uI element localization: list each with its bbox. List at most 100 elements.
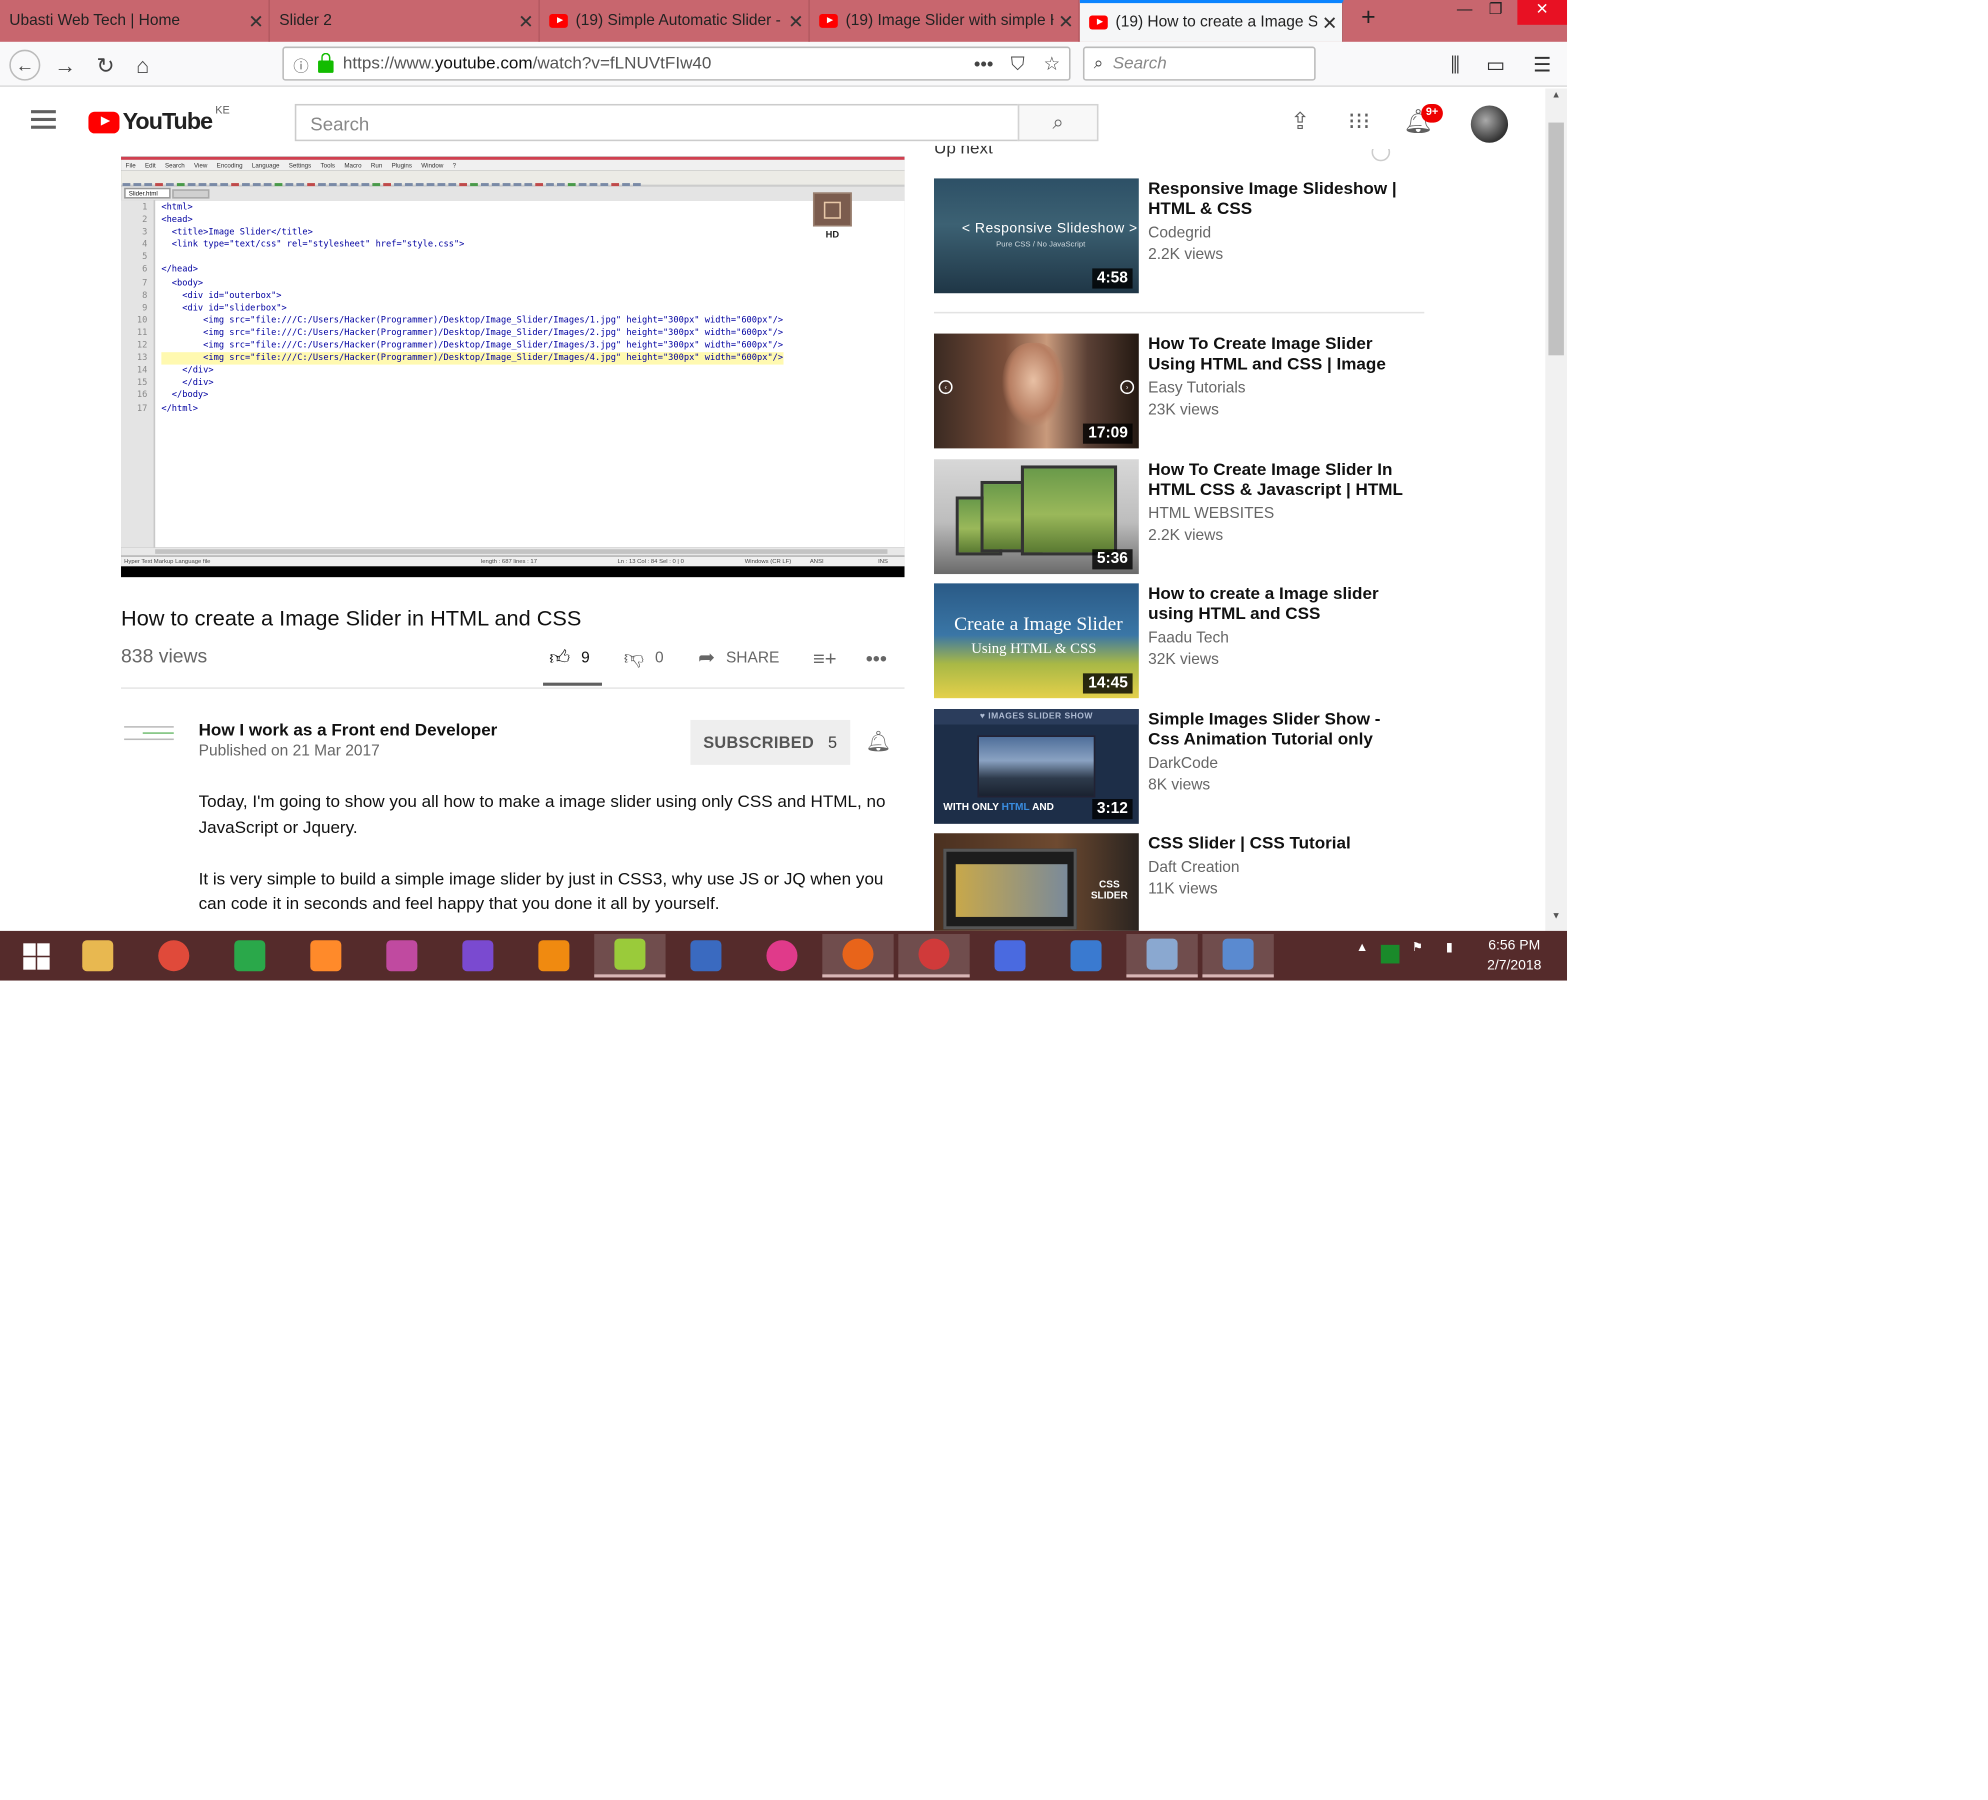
taskbar-word-button[interactable] <box>1050 934 1121 977</box>
autoplay-toggle[interactable] <box>1371 148 1409 162</box>
channel-name[interactable]: How I work as a Front end Developer <box>199 721 498 740</box>
code-line: <head> <box>161 215 193 226</box>
taskbar-notepad-plus-button[interactable] <box>594 934 666 978</box>
more-actions-button[interactable]: ••• <box>866 642 898 673</box>
tab-youtube-active[interactable]: (19) How to create a Image Slid ✕ <box>1079 0 1344 42</box>
close-tab-icon[interactable]: ✕ <box>784 10 809 32</box>
video-player[interactable]: File Edit Search View Encoding Language Settin… <box>121 156 905 578</box>
tray-app-icon[interactable] <box>1380 944 1400 964</box>
editor-menu-item: Language <box>251 161 280 170</box>
video-title[interactable]: How To Create Image Slider In HTML CSS &… <box>1148 461 1404 500</box>
video-thumbnail[interactable]: CSS SLIDER <box>934 833 1139 931</box>
taskbar-chrome-button[interactable] <box>138 934 209 977</box>
new-tab-button[interactable]: + <box>1353 5 1384 33</box>
taskbar-file-explorer-button[interactable] <box>62 934 133 977</box>
subscribe-button[interactable]: SUBSCRIBED 5 <box>690 719 851 765</box>
editor-menu-item: Run <box>370 161 383 170</box>
scrollbar-thumb[interactable] <box>1548 122 1564 356</box>
recommended-video[interactable]: < Responsive Slideshow > Pure CSS / No J… <box>934 178 1430 294</box>
tab-youtube-simple-slider[interactable]: (19) Simple Automatic Slider - ✕ <box>540 0 810 42</box>
avatar[interactable] <box>1470 105 1509 143</box>
clock-date: 2/7/2018 <box>1487 957 1542 973</box>
site-info-icon[interactable]: ⓘ <box>293 52 315 75</box>
dislike-button[interactable]: 👎︎ 0 <box>624 642 664 673</box>
taskbar-settings-button[interactable] <box>442 934 513 977</box>
video-title[interactable]: How to create a Image slider using HTML … <box>1148 585 1404 624</box>
like-button[interactable]: 👍︎ 9 <box>549 642 590 673</box>
paint-icon <box>1146 938 1178 970</box>
home-icon[interactable]: ⌂ <box>127 50 158 81</box>
youtube-search-input[interactable]: Search <box>294 103 1020 142</box>
back-arrow-icon[interactable]: ← <box>9 49 41 81</box>
video-thumbnail[interactable]: < Responsive Slideshow > Pure CSS / No J… <box>934 178 1139 294</box>
add-to-playlist-button[interactable]: ≡+ <box>813 642 847 673</box>
lock-icon <box>318 51 334 73</box>
tab-slider-2[interactable]: Slider 2 ✕ <box>270 0 540 42</box>
taskbar-camera-button[interactable] <box>366 934 437 977</box>
reload-icon[interactable]: ↻ <box>90 50 121 81</box>
menu-icon[interactable]: ☰ <box>1527 50 1558 81</box>
taskbar-control-panel-button[interactable] <box>1202 934 1274 978</box>
close-tab-icon[interactable]: ✕ <box>1053 10 1078 32</box>
forward-arrow-icon[interactable]: → <box>50 50 81 81</box>
recommended-video[interactable]: Create a Image Slider Using HTML & CSS 1… <box>934 583 1430 699</box>
recommended-video[interactable]: ♥ IMAGES SLIDER SHOW WITH ONLY HTML AND … <box>934 709 1430 824</box>
youtube-logo[interactable]: YouTube KE <box>88 106 230 135</box>
url-bar[interactable]: ⓘ https://www.youtube.com/watch?v=fLNUVt… <box>282 46 1071 81</box>
sidebar-icon[interactable]: ▭ <box>1480 50 1511 81</box>
page-scrollbar[interactable]: ▲ ▼ <box>1545 88 1568 931</box>
tab-ubasti[interactable]: Ubasti Web Tech | Home ✕ <box>0 0 270 42</box>
close-window-icon[interactable]: ✕ <box>1517 0 1568 25</box>
dev-cpp-icon <box>690 940 722 972</box>
taskbar-app-pink-button[interactable] <box>746 934 817 977</box>
taskbar-paint-button[interactable] <box>1126 934 1198 978</box>
video-thumbnail[interactable]: 5:36 <box>934 459 1139 575</box>
video-thumbnail[interactable]: ‹ › 17:09 <box>934 333 1139 449</box>
system-clock[interactable]: 6:56 PM 2/7/2018 <box>1468 936 1561 976</box>
channel-avatar[interactable] <box>124 721 174 758</box>
battery-icon[interactable]: ▮ <box>1446 940 1453 954</box>
tray-chevron-icon[interactable]: ▲ <box>1356 940 1368 954</box>
prev-arrow-icon: ‹ <box>938 380 953 395</box>
browser-search-input[interactable]: ⌕ Search <box>1082 46 1316 81</box>
bookmark-star-icon[interactable]: ☆ <box>1035 53 1069 75</box>
recommended-video[interactable]: 5:36 How To Create Image Slider In HTML … <box>934 459 1430 575</box>
taskbar-vlc-button[interactable] <box>518 934 589 977</box>
taskbar-app-red-button[interactable] <box>898 934 970 978</box>
scroll-up-icon[interactable]: ▲ <box>1545 92 1567 108</box>
action-center-flag-icon[interactable]: ⚑ <box>1412 940 1423 954</box>
video-thumbnail[interactable]: Create a Image Slider Using HTML & CSS 1… <box>934 583 1139 699</box>
youtube-search-button[interactable]: ⌕ <box>1017 103 1099 142</box>
video-title[interactable]: Simple Images Slider Show - Css Animatio… <box>1148 711 1404 750</box>
taskbar-store-button[interactable] <box>214 934 285 977</box>
video-title[interactable]: CSS Slider | CSS Tutorial <box>1148 835 1404 854</box>
notification-bell-icon[interactable]: 🔔︎ <box>866 729 892 754</box>
close-tab-icon[interactable]: ✕ <box>514 10 539 32</box>
pocket-icon[interactable]: ⛉ <box>1001 52 1035 75</box>
video-title: How to create a Image Slider in HTML and… <box>121 605 582 630</box>
share-button[interactable]: ➦ SHARE <box>698 642 779 673</box>
apps-grid-icon[interactable]: ⁝⁝⁝ <box>1344 107 1375 138</box>
library-icon[interactable]: ⫼ <box>1440 50 1471 81</box>
video-thumbnail[interactable]: ♥ IMAGES SLIDER SHOW WITH ONLY HTML AND … <box>934 709 1139 824</box>
close-tab-icon[interactable]: ✕ <box>1317 12 1342 34</box>
url-text[interactable]: https://www.youtube.com/watch?v=fLNUVtFI… <box>343 54 967 73</box>
restore-icon[interactable]: ❐ <box>1474 0 1517 25</box>
close-tab-icon[interactable]: ✕ <box>244 10 269 32</box>
page-actions-icon[interactable]: ••• <box>967 53 1001 75</box>
recommended-video[interactable]: CSS SLIDER CSS Slider | CSS Tutorial Daf… <box>934 833 1430 931</box>
taskbar-dev-cpp-button[interactable] <box>670 934 741 977</box>
screen: Ubasti Web Tech | Home ✕ Slider 2 ✕ (19)… <box>0 0 1568 981</box>
video-title[interactable]: Responsive Image Slideshow | HTML & CSS <box>1148 180 1404 219</box>
scroll-down-icon[interactable]: ▼ <box>1545 912 1567 928</box>
upload-icon[interactable]: ⇪ <box>1285 107 1316 138</box>
editor-menu-item: View <box>194 161 208 170</box>
taskbar-firefox-button[interactable] <box>822 934 894 978</box>
tab-youtube-image-slider[interactable]: (19) Image Slider with simple H ✕ <box>810 0 1080 42</box>
start-button[interactable] <box>0 934 71 977</box>
taskbar-infinity-button[interactable] <box>974 934 1045 977</box>
guide-menu-icon[interactable] <box>31 110 56 132</box>
recommended-video[interactable]: ‹ › 17:09 How To Create Image Slider Usi… <box>934 333 1430 449</box>
video-title[interactable]: How To Create Image Slider Using HTML an… <box>1148 335 1404 374</box>
taskbar-media-player-button[interactable] <box>290 934 361 977</box>
